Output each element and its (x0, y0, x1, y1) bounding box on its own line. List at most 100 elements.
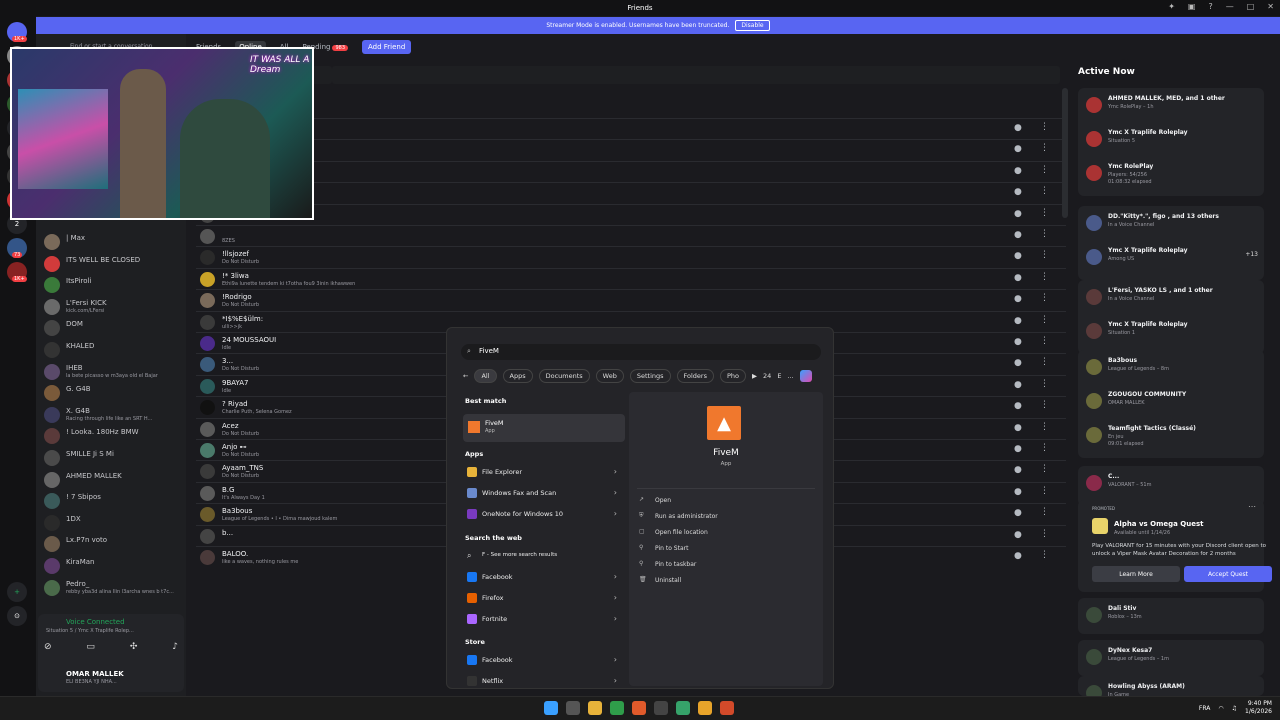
message-icon[interactable]: ● (1014, 423, 1022, 433)
activity-card[interactable]: DD."Kitty*.", figo , and 13 others In a V… (1078, 206, 1264, 280)
more-options-icon[interactable]: ⋮ (1040, 443, 1049, 453)
activity-card[interactable]: AHMED MALLEK, MED, and 1 other Ymc RolePl… (1078, 88, 1264, 196)
more-options-icon[interactable]: ⋮ (1040, 507, 1049, 517)
message-icon[interactable]: ● (1014, 380, 1022, 390)
more-options-icon[interactable]: ⋮ (1040, 186, 1049, 196)
dm-item[interactable]: Lx.P7n voto (44, 534, 186, 554)
explore-icon[interactable]: ⊙ (7, 606, 27, 626)
filter-tab[interactable]: Folders (676, 369, 714, 383)
more-options-icon[interactable]: ⋮ (1040, 357, 1049, 367)
store-result[interactable]: Netflix › (463, 673, 625, 691)
more-options-icon[interactable]: ⋮ (1040, 422, 1049, 432)
wifi-icon[interactable]: ◠ (1218, 705, 1223, 712)
activity-item[interactable]: Teamfight Tactics (Classé) En jeu 09:01 el… (1084, 421, 1264, 451)
friend-list-scrollbar[interactable] (1062, 88, 1068, 218)
message-icon[interactable]: ● (1014, 444, 1022, 454)
search-app-icon[interactable] (566, 701, 580, 715)
language-indicator[interactable]: FRA (1199, 705, 1210, 712)
more-options-icon[interactable]: ⋮ (1040, 400, 1049, 410)
message-icon[interactable]: ● (1014, 530, 1022, 540)
filter-tab[interactable]: Apps (502, 369, 533, 383)
message-icon[interactable]: ● (1014, 465, 1022, 475)
disable-button[interactable]: Disable (735, 20, 770, 31)
activity-icon[interactable]: ✣ (130, 642, 138, 652)
filter-tab[interactable]: All (474, 369, 497, 383)
filter-tab[interactable]: Documents (538, 369, 590, 383)
friend-row[interactable]: ● ⋮ (196, 182, 1066, 203)
more-options-icon[interactable]: ⋮ (1040, 486, 1049, 496)
dm-item[interactable]: KiraMan (44, 556, 186, 576)
more-options-icon[interactable]: ⋮ (1040, 272, 1049, 282)
dm-item[interactable]: L'Fersi KICK kick.com/LFersi (44, 297, 186, 317)
terminal-icon[interactable] (654, 701, 668, 715)
dm-item[interactable]: 1DX (44, 513, 186, 533)
message-icon[interactable]: ● (1014, 209, 1022, 219)
filter-tab[interactable]: Pho (720, 369, 747, 383)
friend-row[interactable]: ● ⋮ (196, 139, 1066, 160)
camera-off-icon[interactable]: ⊘ (44, 642, 52, 652)
stream-preview[interactable]: IT WAS ALL A Dream (10, 47, 314, 220)
minimize-icon[interactable]: — (1226, 2, 1234, 11)
activity-item[interactable]: Ymc RolePlay Players: 54/256 01:08:32 elap… (1084, 159, 1264, 189)
dm-item[interactable]: DOM (44, 318, 186, 338)
message-icon[interactable]: ● (1014, 230, 1022, 240)
activity-card[interactable]: Ba3bous League of Legends – 8m ZGOUGOU COM… (1078, 350, 1264, 458)
filter-tab[interactable]: Web (595, 369, 624, 383)
message-icon[interactable]: ● (1014, 144, 1022, 154)
more-options-icon[interactable]: ⋮ (1040, 165, 1049, 175)
web-result[interactable]: ⌕ F - See more search results (463, 548, 625, 566)
more-options-icon[interactable]: ... (787, 372, 793, 380)
web-result[interactable]: Firefox › (463, 590, 625, 608)
app-icon[interactable] (720, 701, 734, 715)
activity-item[interactable]: DyNex Kesa7 League of Legends – 1m (1084, 643, 1264, 673)
message-icon[interactable]: ● (1014, 337, 1022, 347)
more-options-icon[interactable]: ⋮ (1040, 122, 1049, 132)
add-server-icon[interactable]: + (7, 582, 27, 602)
dm-item[interactable]: G. G4B (44, 383, 186, 403)
activity-item[interactable]: Dali Stiv Roblox – 13m (1084, 601, 1264, 631)
action-item[interactable]: ↗ Open (639, 494, 813, 508)
dm-item[interactable]: ITS WELL BE CLOSED (44, 254, 186, 274)
learn-more-button[interactable]: Learn More (1092, 566, 1180, 582)
inbox-icon[interactable]: ▣ (1188, 2, 1196, 11)
fivem-task-icon[interactable] (698, 701, 712, 715)
maximize-icon[interactable]: □ (1247, 2, 1255, 11)
chrome-icon[interactable] (610, 701, 624, 715)
add-friend-button[interactable]: Add Friend (362, 40, 412, 54)
activity-item[interactable]: AHMED MALLEK, MED, and 1 other Ymc RolePl… (1084, 91, 1264, 121)
friend-row[interactable]: ● ⋮ (196, 118, 1066, 139)
app-result[interactable]: Windows Fax and Scan › (463, 485, 625, 503)
volume-icon[interactable]: ♫ (1232, 705, 1237, 712)
message-icon[interactable]: ● (1014, 401, 1022, 411)
help-icon[interactable]: ? (1208, 2, 1212, 11)
more-options-icon[interactable]: ⋮ (1040, 250, 1049, 260)
activity-card[interactable]: Dali Stiv Roblox – 13m (1078, 598, 1264, 634)
friend-row[interactable]: !llsjozef Do Not Disturb ● ⋮ (196, 246, 1066, 267)
play-more-icon[interactable]: ▶ (752, 372, 757, 380)
action-item[interactable]: ▢ Open file location (639, 526, 813, 540)
filter-tab[interactable]: Settings (629, 369, 671, 383)
friend-row[interactable]: ● ⋮ (196, 160, 1066, 182)
browser-icon[interactable] (676, 701, 690, 715)
dm-item[interactable]: | Max (44, 232, 186, 252)
message-icon[interactable]: ● (1014, 316, 1022, 326)
more-options-icon[interactable]: ⋮ (1040, 336, 1049, 346)
message-icon[interactable]: ● (1014, 294, 1022, 304)
more-options-icon[interactable]: ⋮ (1040, 315, 1049, 325)
dm-item[interactable]: SMILLE Ji S Mi (44, 448, 186, 468)
message-icon[interactable]: ● (1014, 358, 1022, 368)
app-result[interactable]: OneNote for Windows 10 › (463, 506, 625, 524)
activity-card[interactable]: Howling Abyss (ARAM) In Game (1078, 676, 1264, 701)
activity-item[interactable]: L'Fersi, YASKO LS , and 1 other In a Voic… (1084, 283, 1264, 313)
action-item[interactable]: ⛨ Run as administrator (639, 510, 813, 524)
more-options-icon[interactable]: ⋮ (1040, 464, 1049, 474)
back-arrow-icon[interactable]: ← (463, 372, 468, 380)
dm-item[interactable]: X. G4B Racing through life like an SRT H.… (44, 405, 186, 425)
friend-row[interactable]: ● ⋮ (196, 203, 1066, 225)
app-result[interactable]: File Explorer › (463, 464, 625, 482)
activity-item[interactable]: C... VALORANT – 51m (1084, 469, 1264, 499)
dm-item[interactable]: KHALED (44, 340, 186, 360)
voice-channel-info[interactable]: Situation 5 / Ymc X Traplife Rolep... (46, 628, 134, 634)
soundboard-icon[interactable]: ♪ (172, 642, 178, 652)
action-item[interactable]: ⚲ Pin to taskbar (639, 558, 813, 572)
